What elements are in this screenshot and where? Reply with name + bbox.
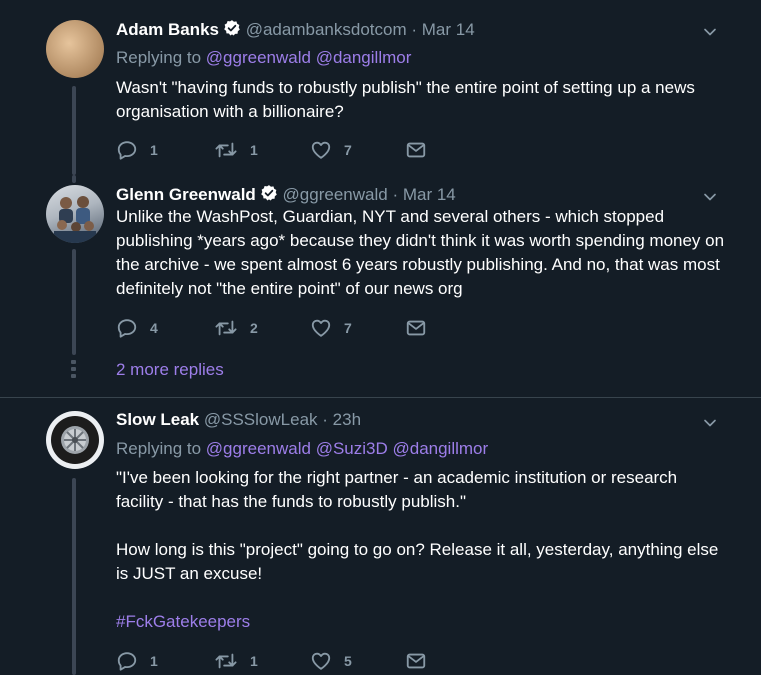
- thread-connector: [72, 175, 76, 183]
- more-replies-link[interactable]: 2 more replies: [116, 360, 224, 380]
- tweet-timestamp[interactable]: 23h: [333, 410, 361, 429]
- separator-dot: ·: [411, 20, 418, 39]
- verified-badge-icon: [223, 19, 241, 37]
- reply-button[interactable]: 4: [116, 316, 158, 340]
- chevron-down-icon[interactable]: [700, 413, 720, 433]
- dm-button[interactable]: [405, 649, 427, 673]
- display-name[interactable]: Slow Leak: [116, 410, 199, 429]
- separator-dot: ·: [392, 185, 399, 204]
- reply-count: 4: [150, 320, 158, 336]
- avatar[interactable]: [46, 411, 104, 469]
- like-button[interactable]: 5: [310, 649, 352, 673]
- tweet-adam-banks[interactable]: Adam Banks @adambanksdotcom · Mar 14 Rep…: [0, 0, 761, 175]
- avatar-image: [54, 196, 96, 243]
- avatar[interactable]: [46, 20, 104, 78]
- tweet-actions: 4 2 7: [116, 316, 446, 340]
- tweet-text: Wasn't "having funds to robustly publish…: [116, 78, 695, 121]
- mention-link[interactable]: @ggreenwald: [206, 48, 311, 67]
- user-handle[interactable]: @adambanksdotcom: [246, 20, 407, 39]
- user-handle[interactable]: @ggreenwald: [283, 185, 388, 204]
- thread-dots: [71, 360, 76, 381]
- thread-connector: [72, 249, 76, 355]
- display-name[interactable]: Adam Banks: [116, 20, 219, 39]
- like-count: 7: [344, 320, 352, 336]
- like-count: 5: [344, 653, 352, 669]
- heart-icon: [310, 650, 332, 672]
- tweet-text: "I've been looking for the right partner…: [116, 466, 726, 634]
- tweet-timestamp[interactable]: Mar 14: [422, 20, 475, 39]
- reply-icon: [116, 650, 138, 672]
- mention-link[interactable]: @Suzi3D: [316, 439, 388, 458]
- tweet-paragraph: How long is this "project" going to go o…: [116, 540, 719, 583]
- hashtag-link[interactable]: #FckGatekeepers: [116, 612, 250, 631]
- tweet-slow-leak[interactable]: Slow Leak @SSSlowLeak · 23h Replying to …: [0, 398, 761, 675]
- dm-button[interactable]: [405, 316, 427, 340]
- avatar[interactable]: [46, 185, 104, 243]
- tweet-timestamp[interactable]: Mar 14: [403, 185, 456, 204]
- tweet-header: Slow Leak @SSSlowLeak · 23h: [116, 410, 361, 430]
- reply-button[interactable]: 1: [116, 649, 158, 673]
- replying-label: Replying to: [116, 48, 202, 67]
- separator-dot: ·: [322, 410, 328, 429]
- like-count: 7: [344, 142, 352, 158]
- replying-label: Replying to: [116, 439, 202, 458]
- verified-badge-icon: [260, 184, 278, 202]
- envelope-icon: [405, 139, 427, 161]
- tweet-paragraph: #FckGatekeepers: [116, 610, 726, 634]
- more-replies-label[interactable]: 2 more replies: [116, 360, 224, 379]
- mention-link[interactable]: @dangillmor: [392, 439, 488, 458]
- replying-to: Replying to @ggreenwald @dangillmor: [116, 48, 411, 68]
- like-button[interactable]: 7: [310, 316, 352, 340]
- mention-link[interactable]: @dangillmor: [316, 48, 412, 67]
- reply-icon: [116, 139, 138, 161]
- reply-count: 1: [150, 142, 158, 158]
- heart-icon: [310, 317, 332, 339]
- tweet-glenn-greenwald[interactable]: Glenn Greenwald @ggreenwald · Mar 14 Unl…: [0, 175, 761, 398]
- retweet-button[interactable]: 2: [214, 316, 258, 340]
- tweet-header: Adam Banks @adambanksdotcom · Mar 14: [116, 19, 475, 40]
- retweet-icon: [214, 650, 238, 672]
- tweet-paragraph: "I've been looking for the right partner…: [116, 468, 678, 511]
- retweet-icon: [214, 317, 238, 339]
- tweet-actions: 1 1 7: [116, 138, 446, 162]
- user-handle[interactable]: @SSSlowLeak: [204, 410, 318, 429]
- retweet-count: 2: [250, 320, 258, 336]
- chevron-down-icon[interactable]: [700, 22, 720, 42]
- retweet-icon: [214, 139, 238, 161]
- like-button[interactable]: 7: [310, 138, 352, 162]
- retweet-button[interactable]: 1: [214, 649, 258, 673]
- envelope-icon: [405, 317, 427, 339]
- tweet-text: Unlike the WashPost, Guardian, NYT and s…: [116, 207, 725, 298]
- tweet-actions: 1 1 5: [116, 649, 446, 673]
- reply-icon: [116, 317, 138, 339]
- retweet-count: 1: [250, 142, 258, 158]
- avatar-image: [51, 416, 99, 464]
- thread-connector: [72, 478, 76, 675]
- retweet-button[interactable]: 1: [214, 138, 258, 162]
- display-name[interactable]: Glenn Greenwald: [116, 185, 256, 204]
- reply-count: 1: [150, 653, 158, 669]
- chevron-down-icon[interactable]: [700, 187, 720, 207]
- thread-connector: [72, 86, 76, 175]
- dm-button[interactable]: [405, 138, 427, 162]
- replying-to: Replying to @ggreenwald @Suzi3D @dangill…: [116, 439, 488, 459]
- tweet-header: Glenn Greenwald @ggreenwald · Mar 14: [116, 184, 456, 205]
- retweet-count: 1: [250, 653, 258, 669]
- heart-icon: [310, 139, 332, 161]
- envelope-icon: [405, 650, 427, 672]
- mention-link[interactable]: @ggreenwald: [206, 439, 311, 458]
- reply-button[interactable]: 1: [116, 138, 158, 162]
